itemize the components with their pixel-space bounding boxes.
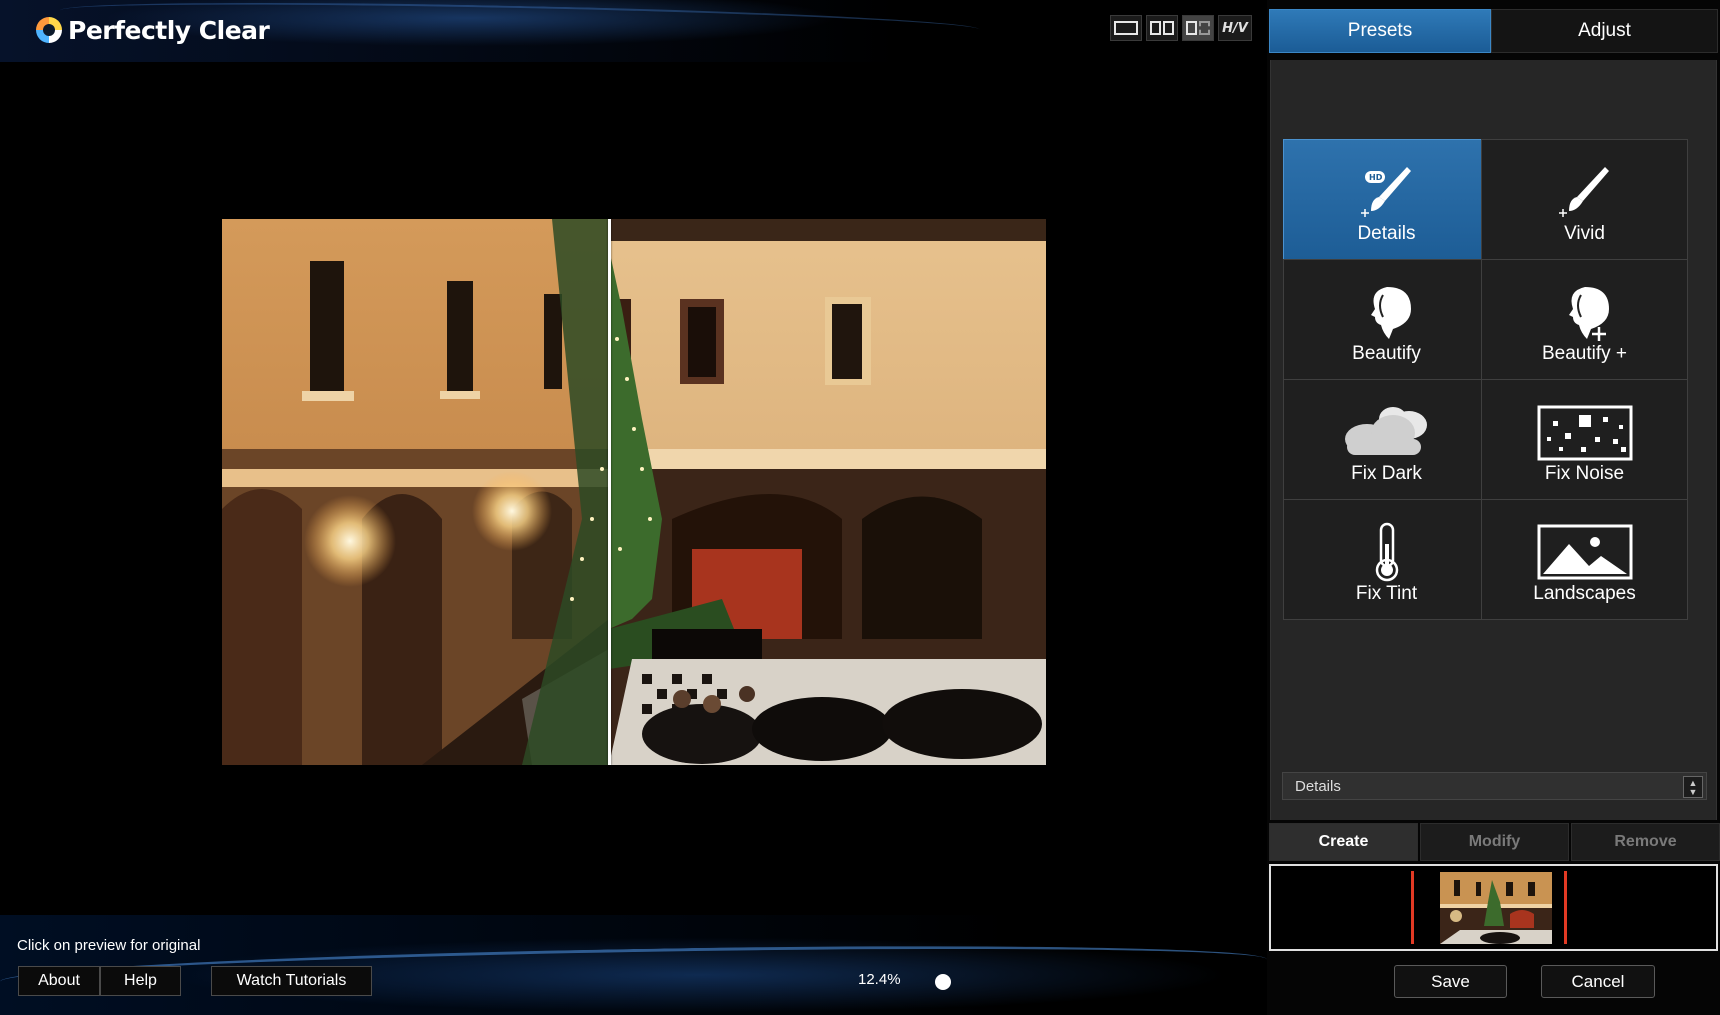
preset-landscapes-label: Landscapes <box>1533 583 1636 604</box>
preset-details[interactable]: HD Details <box>1283 139 1490 260</box>
side-by-side-button[interactable] <box>1146 15 1178 41</box>
preset-fix-noise-label: Fix Noise <box>1544 463 1625 484</box>
create-preset-button[interactable]: Create <box>1269 823 1418 861</box>
preset-fix-tint-label: Fix Tint <box>1355 583 1418 604</box>
presets-grid: HD Details Vivid Beautify Beautify + Fix… <box>1270 60 1717 820</box>
remove-preset-button[interactable]: Remove <box>1571 823 1720 861</box>
filmstrip-marker-left <box>1411 871 1414 944</box>
footer-glow <box>0 915 1267 1015</box>
preset-dropdown-value: Details <box>1295 778 1341 795</box>
split-view-button[interactable] <box>1182 15 1214 41</box>
preset-fix-dark-label: Fix Dark <box>1351 463 1422 484</box>
preset-actions: Create Modify Remove <box>1269 823 1720 861</box>
brush-hd-icon: HD <box>1337 158 1437 226</box>
preset-vivid-label: Vivid <box>1564 223 1605 244</box>
preview-hint: Click on preview for original <box>17 937 201 954</box>
filmstrip-thumbnail[interactable] <box>1440 872 1552 944</box>
panel-tabs: Presets Adjust <box>1269 9 1718 53</box>
landscape-icon <box>1535 518 1635 586</box>
app-title-text: Perfectly Clear <box>68 15 270 45</box>
workspace: Perfectly Clear H/V Click on preview for… <box>0 0 1267 1015</box>
tab-adjust[interactable]: Adjust <box>1491 9 1718 53</box>
app-logo-icon <box>36 17 62 43</box>
watch-tutorials-button[interactable]: Watch Tutorials <box>211 966 372 996</box>
cancel-button[interactable]: Cancel <box>1541 965 1655 998</box>
preset-fix-dark[interactable]: Fix Dark <box>1283 379 1490 500</box>
bottom-toolbar: About Help Watch Tutorials <box>18 966 372 996</box>
cloud-icon <box>1337 398 1437 466</box>
preset-beautify-plus[interactable]: Beautify + <box>1481 259 1688 380</box>
save-button[interactable]: Save <box>1394 965 1507 998</box>
split-divider-handle[interactable] <box>608 219 611 765</box>
single-view-button[interactable] <box>1110 15 1142 41</box>
face-profile-icon <box>1337 278 1437 346</box>
tab-presets[interactable]: Presets <box>1269 9 1491 53</box>
help-button[interactable]: Help <box>100 966 181 996</box>
filmstrip <box>1269 864 1718 951</box>
filmstrip-marker-right <box>1564 871 1567 944</box>
single-view-icon <box>1114 21 1138 35</box>
preset-dropdown[interactable]: Details ▲ ▼ <box>1282 772 1707 800</box>
zoom-slider-handle[interactable] <box>935 974 951 990</box>
preset-fix-tint[interactable]: Fix Tint <box>1283 499 1490 620</box>
split-view-icon <box>1186 21 1197 35</box>
zoom-level: 12.4% <box>858 971 901 988</box>
chevron-updown-icon: ▲ ▼ <box>1683 776 1703 798</box>
hv-toggle-button[interactable]: H/V <box>1218 15 1252 41</box>
preset-landscapes[interactable]: Landscapes <box>1481 499 1688 620</box>
preset-beautify-label: Beautify <box>1352 343 1421 364</box>
noise-icon <box>1535 398 1635 466</box>
preset-vivid[interactable]: Vivid <box>1481 139 1688 260</box>
side-by-side-icon <box>1150 21 1161 35</box>
image-preview[interactable] <box>222 219 1046 765</box>
modify-preset-button[interactable]: Modify <box>1420 823 1569 861</box>
preview-photo <box>222 219 1046 765</box>
preset-beautify[interactable]: Beautify <box>1283 259 1490 380</box>
face-profile-plus-icon <box>1535 278 1635 346</box>
view-mode-toolbar: H/V <box>1110 15 1252 41</box>
preset-beautify-plus-label: Beautify + <box>1541 343 1628 364</box>
about-button[interactable]: About <box>18 966 100 996</box>
preset-details-label: Details <box>1357 223 1416 244</box>
thermometer-icon <box>1337 518 1437 586</box>
brush-icon <box>1535 158 1635 226</box>
svg-text:HD: HD <box>1369 173 1383 182</box>
app-title: Perfectly Clear <box>36 12 270 48</box>
preset-fix-noise[interactable]: Fix Noise <box>1481 379 1688 500</box>
